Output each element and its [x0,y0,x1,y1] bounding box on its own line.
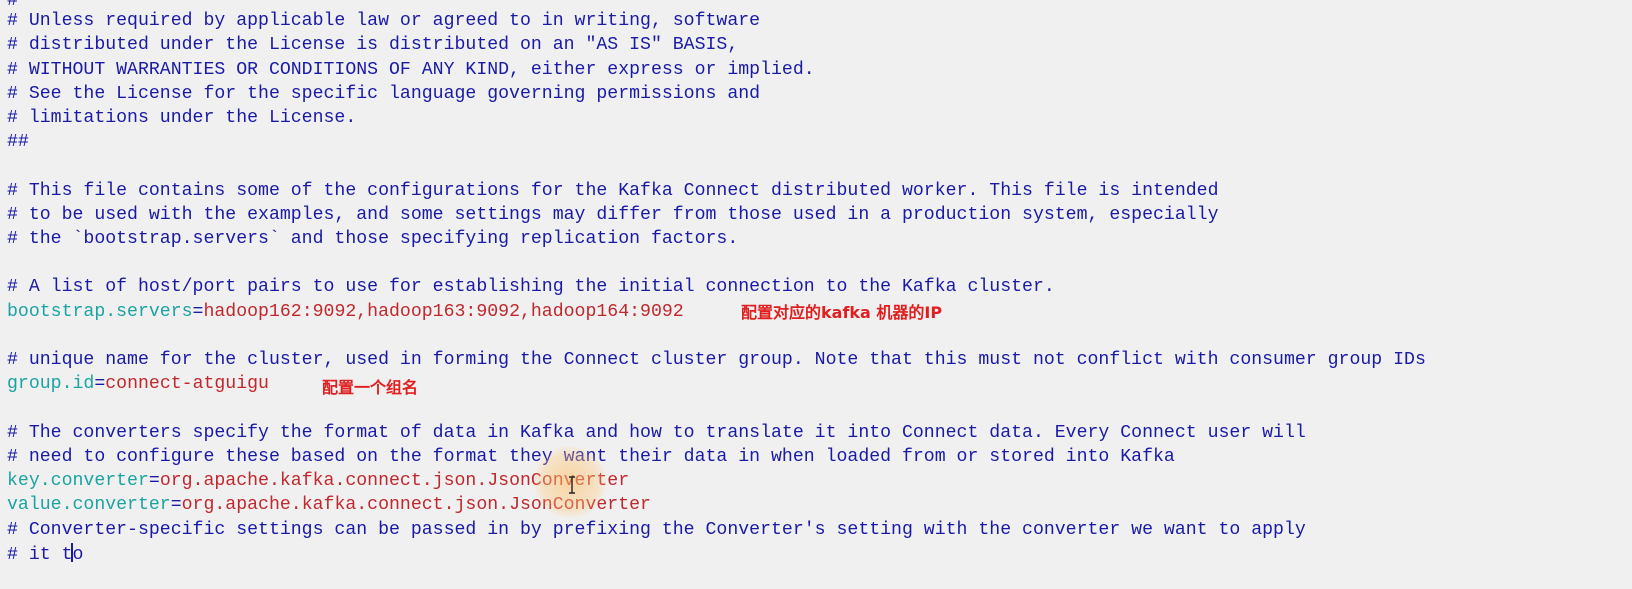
config-line-group-id[interactable]: group.id=connect-atguigu [7,373,269,395]
config-line-bootstrap-servers[interactable]: bootstrap.servers=hadoop162:9092,hadoop1… [7,301,684,323]
equals-sign: = [94,374,106,394]
comment-line: # unique name for the cluster, used in f… [7,350,1426,370]
config-value: org.apache.kafka.connect.json.JsonConver… [181,495,651,515]
comment-line: # limitations under the License. [7,108,357,128]
comment-line: # the `bootstrap.servers` and those spec… [7,229,739,249]
config-value: hadoop162:9092,hadoop163:9092,hadoop164:… [203,302,684,322]
config-line-value-converter[interactable]: value.converter=org.apache.kafka.connect… [7,494,651,516]
comment-text: # it t [7,545,73,565]
comment-line: # distributed under the License is distr… [7,35,739,55]
config-key: group.id [7,374,95,394]
comment-line: # WITHOUT WARRANTIES OR CONDITIONS OF AN… [7,60,815,80]
config-value: connect-atguigu [105,374,269,394]
comment-line: # See the License for the specific langu… [7,84,761,104]
equals-sign: = [148,471,160,491]
equals-sign: = [192,302,204,322]
equals-sign: = [170,495,182,515]
text-editor[interactable]: # # Unless required by applicable law or… [0,0,1632,589]
config-key: bootstrap.servers [7,302,193,322]
comment-line: # This file contains some of the configu… [7,181,1219,201]
comment-line: ## [7,132,29,152]
comment-line: # Converter-specific settings can be pas… [7,520,1306,540]
config-value: org.apache.kafka.connect.json.JsonConver… [159,471,630,491]
comment-text: o [72,545,84,565]
comment-line: # Unless required by applicable law or a… [7,11,761,31]
annotation-bootstrap-note: 配置对应的kafka 机器的IP [741,303,943,322]
comment-line: # The converters specify the format of d… [7,423,1306,443]
comment-line: # A list of host/port pairs to use for e… [7,277,1055,297]
annotation-group-note: 配置一个组名 [322,378,419,397]
config-key: key.converter [7,471,149,491]
config-line-key-converter[interactable]: key.converter=org.apache.kafka.connect.j… [7,470,629,492]
comment-line: # need to configure these based on the f… [7,447,1175,467]
comment-line: # to be used with the examples, and some… [7,205,1219,225]
comment-line-with-cursor: # it to [7,543,83,565]
config-key: value.converter [7,495,171,515]
